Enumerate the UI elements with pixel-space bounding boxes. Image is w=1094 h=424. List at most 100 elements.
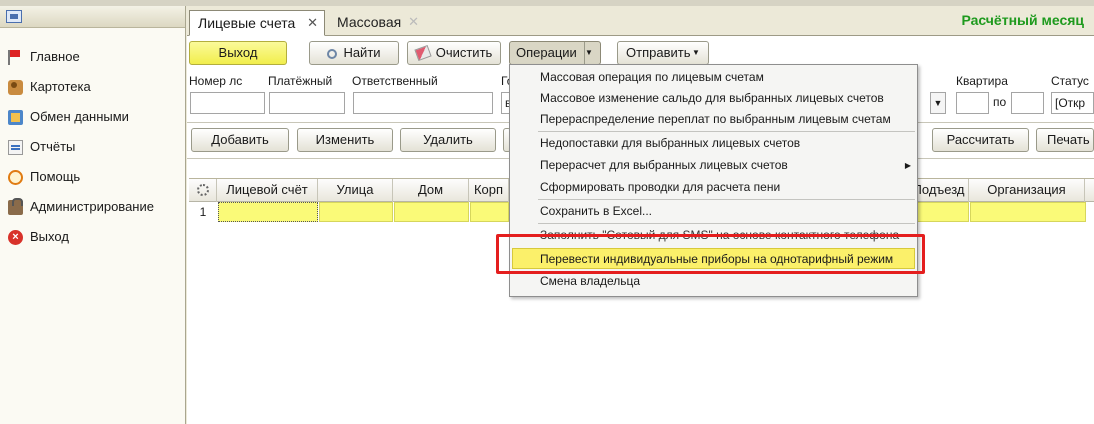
- operations-menu: Массовая операция по лицевым счетам Масс…: [509, 64, 918, 297]
- menu-item-mass-operation[interactable]: Массовая операция по лицевым счетам: [510, 67, 917, 88]
- sidebar-item-admin[interactable]: Администрирование: [0, 192, 185, 222]
- menu-item-label: Перевести индивидуальные приборы на одно…: [540, 252, 894, 266]
- close-icon[interactable]: ✕: [307, 11, 318, 35]
- tab-bar: Лицевые счета ✕ Массовая ✕ Расчётный мес…: [187, 6, 1094, 36]
- find-button-label: Найти: [343, 45, 381, 60]
- sidebar-menu: Главное Картотека Обмен данными Отчёты П…: [0, 42, 185, 252]
- payment-label: Платёжный: [268, 74, 333, 88]
- cell-house[interactable]: [394, 202, 469, 222]
- exit-button-label: Выход: [218, 45, 258, 60]
- menu-item-penalty-postings[interactable]: Сформировать проводки для расчета пени: [510, 177, 917, 198]
- find-button[interactable]: Найти: [309, 41, 399, 65]
- print-button[interactable]: Печать с: [1036, 128, 1094, 152]
- operations-button[interactable]: Операции ▼: [509, 41, 601, 65]
- flag-icon: [8, 50, 23, 65]
- edit-button-label: Изменить: [315, 132, 375, 147]
- search-icon: [327, 49, 338, 59]
- send-button-label: Отправить: [626, 45, 691, 60]
- delete-button[interactable]: Удалить: [400, 128, 496, 152]
- tab-accounts[interactable]: Лицевые счета ✕: [189, 10, 325, 36]
- menu-item-change-owner[interactable]: Смена владельца: [510, 271, 917, 292]
- add-button[interactable]: Добавить: [191, 128, 289, 152]
- menu-separator: [538, 131, 915, 132]
- responsible-label: Ответственный: [352, 74, 438, 88]
- column-label: Лицевой счёт: [226, 182, 308, 197]
- apartment-from-input[interactable]: [956, 92, 989, 114]
- column-organization[interactable]: Организация: [969, 179, 1085, 202]
- column-label: Дом: [417, 182, 444, 197]
- sidebar: Главное Картотека Обмен данными Отчёты П…: [0, 6, 186, 424]
- menu-item-mass-balance-change[interactable]: Массовое изменение сальдо для выбранных …: [510, 88, 917, 109]
- add-button-label: Добавить: [211, 132, 269, 147]
- calculate-button[interactable]: Рассчитать: [932, 128, 1029, 152]
- menu-item-label: Перерасчет для выбранных лицевых счетов: [540, 158, 788, 172]
- close-icon[interactable]: ✕: [408, 10, 419, 34]
- tab-label: Массовая: [337, 14, 402, 30]
- sidebar-item-label: Картотека: [30, 79, 91, 94]
- responsible-input[interactable]: [353, 92, 493, 114]
- menu-item-undersupply[interactable]: Недопоставки для выбранных лицевых счето…: [510, 133, 917, 154]
- tab-mass[interactable]: Массовая ✕: [329, 10, 439, 36]
- tab-label: Лицевые счета: [198, 15, 296, 31]
- menu-item-save-excel[interactable]: Сохранить в Excel...: [510, 201, 917, 222]
- cell-building[interactable]: [470, 202, 509, 222]
- grid-settings-button[interactable]: [189, 179, 217, 202]
- sidebar-item-reports[interactable]: Отчёты: [0, 132, 185, 162]
- column-entrance[interactable]: Подъезд: [909, 179, 969, 202]
- menu-item-recalculation[interactable]: Перерасчет для выбранных лицевых счетов ▶: [510, 155, 917, 176]
- sidebar-item-label: Отчёты: [30, 139, 76, 154]
- toolbar: Выход Найти Очистить Операции ▼ Отправит…: [187, 39, 1094, 67]
- apartment-to-label: по: [993, 95, 1007, 109]
- cell-street[interactable]: [319, 202, 393, 222]
- cell-entrance[interactable]: [909, 202, 969, 222]
- operations-button-label: Операции: [516, 45, 577, 60]
- report-icon: [8, 140, 23, 155]
- sidebar-item-main[interactable]: Главное: [0, 42, 185, 72]
- clear-button[interactable]: Очистить: [407, 41, 501, 65]
- card-index-icon: [8, 80, 23, 95]
- sidebar-item-label: Администрирование: [30, 199, 154, 214]
- payment-input[interactable]: [269, 92, 345, 114]
- menu-item-label: Заполнить "Сотовый для SMS" на основе ко…: [540, 228, 900, 242]
- menu-item-overpayment-redistribution[interactable]: Перераспределение переплат по выбранным …: [510, 109, 917, 130]
- menu-item-label: Сформировать проводки для расчета пени: [540, 180, 781, 194]
- chevron-down-icon[interactable]: ▼: [584, 42, 600, 64]
- delete-button-label: Удалить: [423, 132, 473, 147]
- sidebar-item-label: Выход: [30, 229, 69, 244]
- chevron-down-icon[interactable]: ▼: [930, 92, 946, 114]
- help-icon: [8, 170, 23, 185]
- cell-organization[interactable]: [970, 202, 1086, 222]
- sidebar-item-help[interactable]: Помощь: [0, 162, 185, 192]
- column-label: Организация: [987, 182, 1066, 197]
- sidebar-item-label: Главное: [30, 49, 80, 64]
- print-button-label: Печать с: [1047, 132, 1090, 147]
- menu-item-label: Массовое изменение сальдо для выбранных …: [540, 91, 884, 105]
- status-select-value: [Откр: [1055, 96, 1086, 110]
- status-select[interactable]: [Откр: [1051, 92, 1094, 114]
- column-building[interactable]: Корп: [469, 179, 509, 202]
- menu-item-label: Сохранить в Excel...: [540, 204, 653, 218]
- column-house[interactable]: Дом: [393, 179, 469, 202]
- menu-item-single-tariff[interactable]: Перевести индивидуальные приборы на одно…: [512, 248, 915, 269]
- cell-account[interactable]: [218, 202, 318, 222]
- sidebar-item-data-exchange[interactable]: Обмен данными: [0, 102, 185, 132]
- sidebar-item-card-index[interactable]: Картотека: [0, 72, 185, 102]
- exit-icon: ×: [8, 230, 23, 245]
- apartment-label: Квартира: [956, 74, 1008, 88]
- sidebar-item-exit[interactable]: × Выход: [0, 222, 185, 252]
- column-street[interactable]: Улица: [318, 179, 393, 202]
- menu-item-fill-sms-phone[interactable]: Заполнить "Сотовый для SMS" на основе ко…: [510, 225, 917, 246]
- menu-item-label: Смена владельца: [540, 274, 641, 288]
- menu-item-label: Массовая операция по лицевым счетам: [540, 70, 764, 84]
- edit-button[interactable]: Изменить: [297, 128, 393, 152]
- send-button[interactable]: Отправить ▼: [617, 41, 709, 65]
- exit-button[interactable]: Выход: [189, 41, 287, 65]
- row-number: 1: [189, 202, 217, 222]
- menu-separator: [538, 199, 915, 200]
- account-number-input[interactable]: [190, 92, 265, 114]
- menu-item-label: Недопоставки для выбранных лицевых счето…: [540, 136, 801, 150]
- column-account[interactable]: Лицевой счёт: [217, 179, 318, 202]
- apartment-to-input[interactable]: [1011, 92, 1044, 114]
- data-exchange-icon: [8, 110, 23, 125]
- window-icon[interactable]: [6, 10, 22, 23]
